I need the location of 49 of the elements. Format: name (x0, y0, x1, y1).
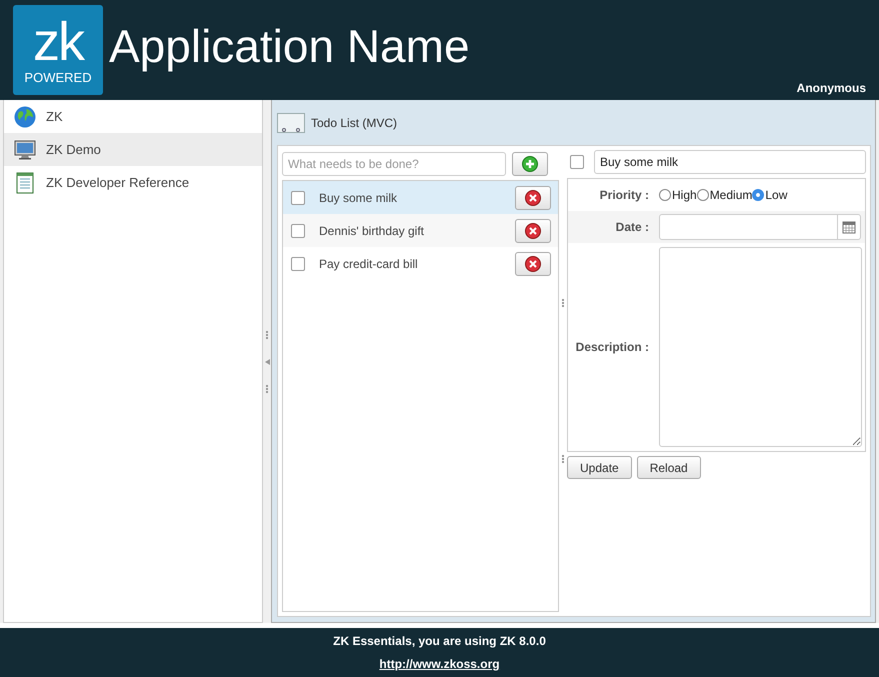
action-button[interactable]: Reload (636, 456, 701, 479)
sidebar-item[interactable]: ZK (4, 100, 262, 133)
delete-icon (525, 190, 541, 206)
plus-icon (522, 156, 538, 172)
tab-icon (277, 112, 305, 132)
footer-link[interactable]: http://www.zkoss.org (379, 657, 500, 671)
todo-text: Buy some milk (318, 190, 398, 204)
checkbox[interactable] (570, 155, 584, 169)
field-label: Priority : (598, 187, 650, 204)
checkbox[interactable] (291, 256, 305, 270)
date-field[interactable] (659, 214, 861, 240)
radio-button[interactable] (752, 189, 764, 201)
radio-label[interactable]: Medium (710, 188, 752, 202)
collapse-arrow-icon[interactable] (264, 358, 270, 364)
sidebar-item[interactable]: ZK Developer Reference (4, 166, 262, 199)
delete-button[interactable] (515, 218, 551, 242)
todo-row[interactable]: Dennis' birthday gift (283, 214, 558, 247)
radio-label[interactable]: Low (765, 188, 788, 202)
description-field[interactable] (659, 247, 862, 447)
field-label: Description : (574, 339, 650, 356)
delete-button[interactable] (515, 186, 551, 210)
checkbox[interactable] (291, 224, 305, 238)
logo-mark: zk (33, 16, 83, 68)
delete-icon (525, 222, 541, 238)
radio-label[interactable]: High (672, 188, 697, 202)
add-button[interactable] (512, 152, 548, 176)
action-button[interactable]: Update (567, 456, 632, 479)
radio-button[interactable] (696, 189, 709, 201)
user-name: Anonymous (796, 81, 866, 95)
delete-button[interactable] (515, 252, 551, 276)
new-todo-field[interactable]: What needs to be done? (282, 152, 506, 176)
calendar-icon (842, 220, 856, 234)
globe-icon (14, 106, 36, 128)
delete-icon (525, 256, 541, 272)
tab[interactable]: Todo List (MVC) (277, 112, 398, 132)
todo-text: Dennis' birthday gift (318, 224, 426, 238)
radio-button[interactable] (659, 189, 671, 201)
todo-row[interactable]: Buy some milk (283, 181, 558, 214)
todo-text: Pay credit-card bill (318, 256, 419, 270)
title-field[interactable]: Buy some milk (594, 150, 866, 174)
field-label: Date : (568, 211, 658, 243)
sidebar-item[interactable]: ZK Demo (4, 133, 262, 166)
notebook-icon (14, 172, 36, 194)
logo-caption: POWERED (24, 70, 92, 84)
checkbox[interactable] (291, 190, 305, 204)
tab-label: Todo List (MVC) (311, 116, 398, 130)
monitor-icon (14, 138, 36, 160)
app-name: Application Name (109, 19, 470, 73)
footer-text: ZK Essentials, you are using ZK 8.0.0 (333, 634, 546, 648)
